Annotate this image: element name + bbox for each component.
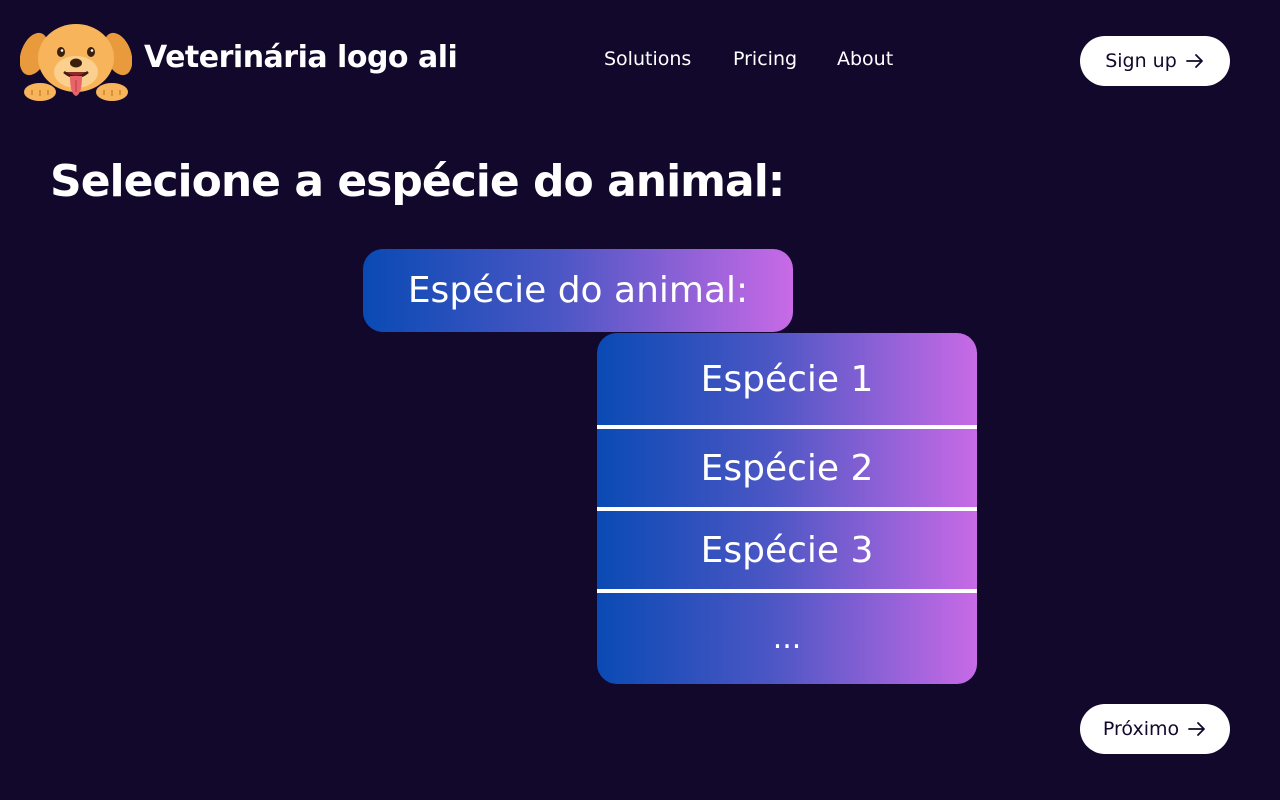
species-option-more[interactable]: ... bbox=[597, 593, 977, 684]
next-button[interactable]: Próximo bbox=[1080, 704, 1230, 754]
nav-about[interactable]: About bbox=[837, 48, 893, 70]
species-dropdown: Espécie 1 Espécie 2 Espécie 3 ... bbox=[597, 333, 977, 684]
dog-logo-icon bbox=[20, 24, 132, 101]
species-select-label-text: Espécie do animal: bbox=[407, 270, 749, 311]
option-label: Espécie 3 bbox=[700, 529, 874, 571]
nav-solutions[interactable]: Solutions bbox=[604, 48, 691, 70]
species-option-3[interactable]: Espécie 3 bbox=[597, 511, 977, 589]
species-select-label[interactable]: Espécie do animal: bbox=[363, 249, 793, 332]
option-label: ... bbox=[772, 621, 802, 656]
species-option-2[interactable]: Espécie 2 bbox=[597, 429, 977, 507]
arrow-right-icon bbox=[1188, 722, 1206, 736]
species-option-1[interactable]: Espécie 1 bbox=[597, 333, 977, 426]
option-label: Espécie 1 bbox=[700, 359, 874, 400]
signup-button[interactable]: Sign up bbox=[1080, 36, 1230, 86]
option-label: Espécie 2 bbox=[700, 447, 874, 489]
brand-name: Veterinária logo ali bbox=[144, 40, 458, 75]
nav-pricing[interactable]: Pricing bbox=[733, 48, 797, 70]
next-label: Próximo bbox=[1102, 718, 1180, 740]
page-title: Selecione a espécie do animal: bbox=[50, 156, 785, 207]
signup-label: Sign up bbox=[1105, 50, 1177, 72]
page: Veterinária logo ali Solutions Pricing A… bbox=[0, 0, 1280, 800]
arrow-right-icon bbox=[1185, 54, 1203, 68]
